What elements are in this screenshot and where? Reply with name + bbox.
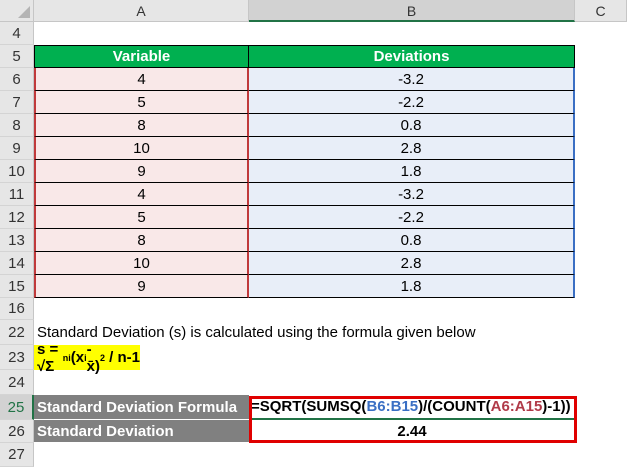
deviation-cell[interactable]: 2.8 (249, 252, 575, 275)
deviation-cell[interactable]: 0.8 (249, 114, 575, 137)
variable-cell[interactable]: 9 (34, 275, 249, 298)
column-header-b[interactable]: B (249, 0, 575, 22)
row-header[interactable]: 25 (0, 395, 34, 420)
row-header[interactable]: 11 (0, 183, 34, 206)
variable-cell[interactable]: 8 (34, 229, 249, 252)
variable-cell[interactable]: 9 (34, 160, 249, 183)
deviation-cell[interactable]: 1.8 (249, 160, 575, 183)
header-deviations[interactable]: Deviations (249, 45, 575, 68)
row-header[interactable]: 4 (0, 22, 34, 45)
row-header[interactable]: 14 (0, 252, 34, 275)
row-header[interactable]: 5 (0, 45, 34, 68)
table-row: 8 8 0.8 (0, 114, 627, 137)
variable-cell[interactable]: 4 (34, 183, 249, 206)
formula-part: / n-1 (104, 349, 140, 366)
row-header[interactable]: 8 (0, 114, 34, 137)
variable-cell[interactable]: 8 (34, 114, 249, 137)
row-header[interactable]: 15 (0, 275, 34, 298)
row-header[interactable]: 22 (0, 320, 34, 345)
table-row: 14 10 2.8 (0, 252, 627, 275)
table-row: 13 8 0.8 (0, 229, 627, 252)
column-header-a[interactable]: A (34, 0, 249, 22)
highlight-box (249, 396, 577, 443)
deviation-cell[interactable]: -2.2 (249, 206, 575, 229)
variable-cell[interactable]: 5 (34, 206, 249, 229)
row-header[interactable]: 12 (0, 206, 34, 229)
table-row: 10 9 1.8 (0, 160, 627, 183)
row-16: 16 (0, 298, 627, 320)
variable-cell[interactable]: 10 (34, 252, 249, 275)
formula-highlight[interactable]: s = √Σ n i (x i -x̄) 2 / n-1 (34, 341, 140, 375)
deviation-cell[interactable]: 1.8 (249, 275, 575, 298)
row-5: 5 Variable Deviations (0, 45, 627, 68)
description-text[interactable]: Standard Deviation (s) is calculated usi… (37, 320, 476, 345)
variable-cell[interactable]: 4 (34, 68, 249, 91)
deviation-cell[interactable]: -3.2 (249, 183, 575, 206)
row-24: 24 (0, 370, 627, 395)
formula-label[interactable]: Standard Deviation Formula (34, 395, 249, 420)
header-variable[interactable]: Variable (34, 45, 249, 68)
table-row: 12 5 -2.2 (0, 206, 627, 229)
table-row: 15 9 1.8 (0, 275, 627, 298)
row-header[interactable]: 10 (0, 160, 34, 183)
deviation-cell[interactable]: 0.8 (249, 229, 575, 252)
variable-cell[interactable]: 10 (34, 137, 249, 160)
row-27: 27 (0, 443, 627, 467)
variable-cell[interactable]: 5 (34, 91, 249, 114)
row-header[interactable]: 6 (0, 68, 34, 91)
sd-label[interactable]: Standard Deviation (34, 420, 249, 443)
row-header[interactable]: 9 (0, 137, 34, 160)
deviation-cell[interactable]: -3.2 (249, 68, 575, 91)
row-4: 4 (0, 22, 627, 45)
deviation-cell[interactable]: -2.2 (249, 91, 575, 114)
row-header[interactable]: 16 (0, 298, 34, 320)
table-row: 7 5 -2.2 (0, 91, 627, 114)
row-header[interactable]: 24 (0, 370, 34, 395)
row-header[interactable]: 7 (0, 91, 34, 114)
table-row: 6 4 -3.2 (0, 68, 627, 91)
deviation-cell[interactable]: 2.8 (249, 137, 575, 160)
table-row: 9 10 2.8 (0, 137, 627, 160)
select-all-corner[interactable] (0, 0, 34, 22)
column-header-c[interactable]: C (575, 0, 627, 22)
table-row: 11 4 -3.2 (0, 183, 627, 206)
row-header[interactable]: 27 (0, 443, 34, 467)
row-header[interactable]: 23 (0, 345, 34, 370)
row-header[interactable]: 26 (0, 420, 34, 443)
formula-part: (x (70, 349, 85, 366)
row-header[interactable]: 13 (0, 229, 34, 252)
row-23: 23 s = √Σ n i (x i -x̄) 2 / n-1 (0, 341, 627, 375)
